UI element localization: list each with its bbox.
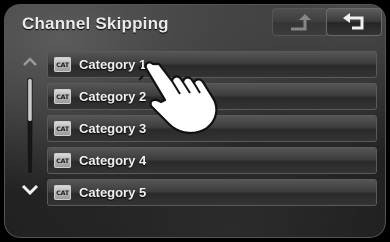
list-item-label: Category 2 <box>79 89 147 104</box>
category-icon: CAT <box>54 121 71 136</box>
list-item-label: Category 4 <box>79 153 147 168</box>
list-item-category-4[interactable]: CAT Category 4 <box>47 147 377 174</box>
scroll-track[interactable] <box>27 78 33 174</box>
scroll-up-button[interactable] <box>14 50 46 74</box>
list-item-category-1[interactable]: CAT Category 1 <box>47 51 377 78</box>
list-item-category-2[interactable]: CAT Category 2 <box>47 83 377 110</box>
up-level-arrow-icon <box>291 14 311 31</box>
chevron-up-icon <box>23 57 37 66</box>
category-icon: CAT <box>54 89 71 104</box>
category-icon: CAT <box>54 185 71 200</box>
category-icon: CAT <box>54 57 71 72</box>
list-item-label: Category 5 <box>79 185 147 200</box>
list-item-label: Category 3 <box>79 121 147 136</box>
channel-skipping-screen: Channel Skipping CAT Category 1 CAT Cate… <box>4 4 386 238</box>
back-button[interactable] <box>326 8 382 36</box>
category-icon: CAT <box>54 153 71 168</box>
return-arrow-icon <box>343 13 364 30</box>
list-item-label: Category 1 <box>79 57 147 72</box>
scroll-thumb[interactable] <box>28 79 32 121</box>
scroll-down-button[interactable] <box>14 178 46 202</box>
list-item-category-5[interactable]: CAT Category 5 <box>47 179 377 206</box>
chevron-down-icon <box>21 184 39 196</box>
list-item-category-3[interactable]: CAT Category 3 <box>47 115 377 142</box>
scrollbar[interactable] <box>14 48 46 206</box>
up-level-button[interactable] <box>272 8 328 36</box>
page-title: Channel Skipping <box>22 14 169 33</box>
